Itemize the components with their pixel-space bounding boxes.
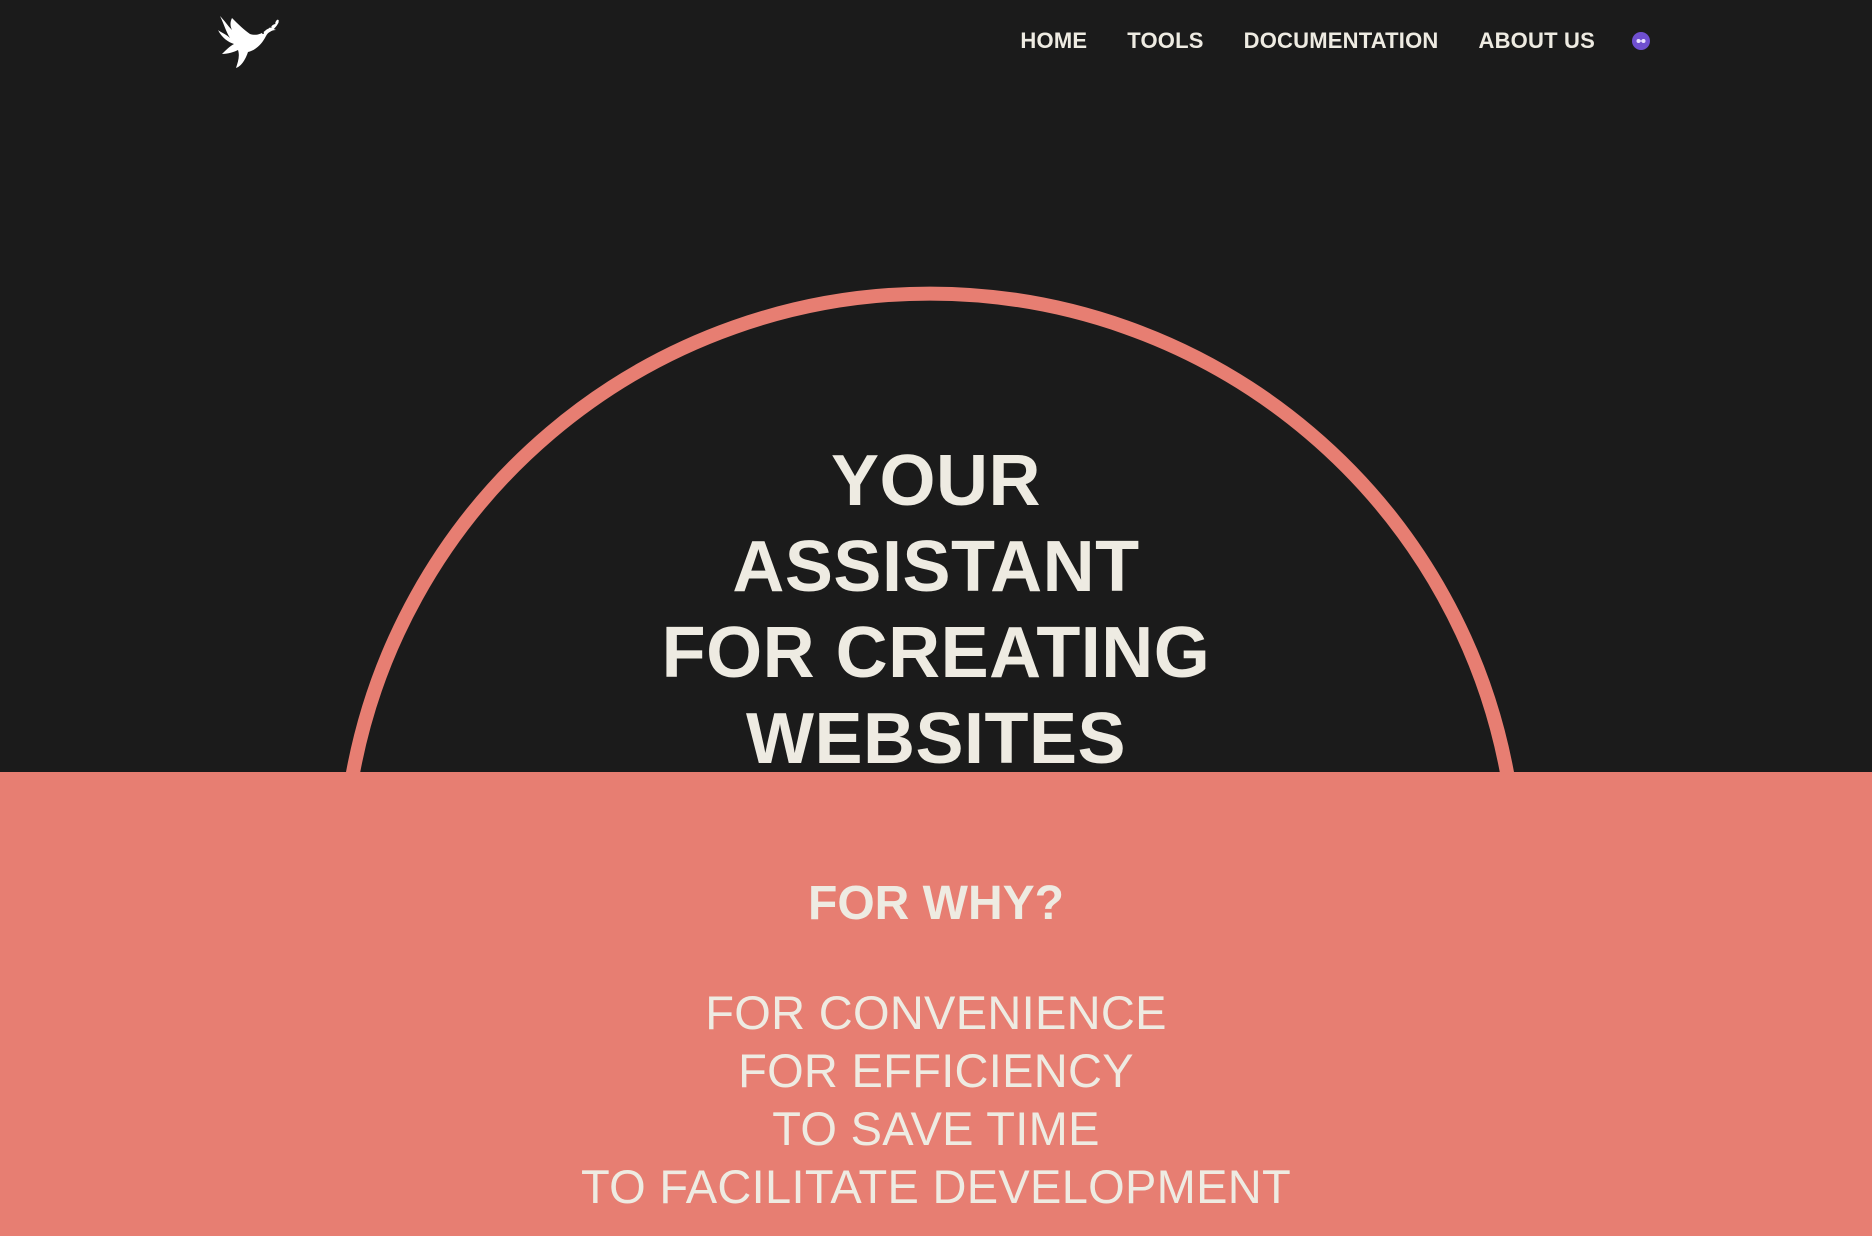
nav-documentation[interactable]: DOCUMENTATION [1244, 26, 1439, 56]
hero-title-line: YOUR [830, 441, 1042, 521]
nav-about-us[interactable]: ABOUT US [1479, 26, 1596, 56]
language-globe-icon[interactable] [1632, 32, 1650, 50]
main-nav: HOME TOOLS DOCUMENTATION ABOUT US [1020, 26, 1650, 56]
why-heading: FOR WHY? [808, 877, 1064, 930]
reasons-list: FOR CONVENIENCE FOR EFFICIENCY TO SAVE T… [0, 984, 1872, 1216]
nav-tools[interactable]: TOOLS [1127, 26, 1203, 56]
reason-item: FOR EFFICIENCY [738, 1044, 1134, 1097]
hero-title: YOUR ASSISTANT FOR CREATING WEBSITES [0, 438, 1872, 772]
reason-item: FOR CONVENIENCE [705, 986, 1167, 1039]
hero-title-line: WEBSITES [745, 699, 1127, 772]
hero-title-line: ASSISTANT [732, 527, 1140, 607]
nav-home[interactable]: HOME [1020, 26, 1087, 56]
hero-title-line: FOR CREATING [661, 613, 1211, 693]
reason-item: TO SAVE TIME [772, 1102, 1100, 1155]
reason-item: TO FACILITATE DEVELOPMENT [580, 1160, 1292, 1213]
top-navbar: HOME TOOLS DOCUMENTATION ABOUT US [0, 0, 1872, 84]
why-section: FOR WHY? FOR CONVENIENCE FOR EFFICIENCY … [0, 772, 1872, 1236]
hero-section: YOUR ASSISTANT FOR CREATING WEBSITES [0, 84, 1872, 772]
dove-logo-icon[interactable] [214, 10, 280, 74]
